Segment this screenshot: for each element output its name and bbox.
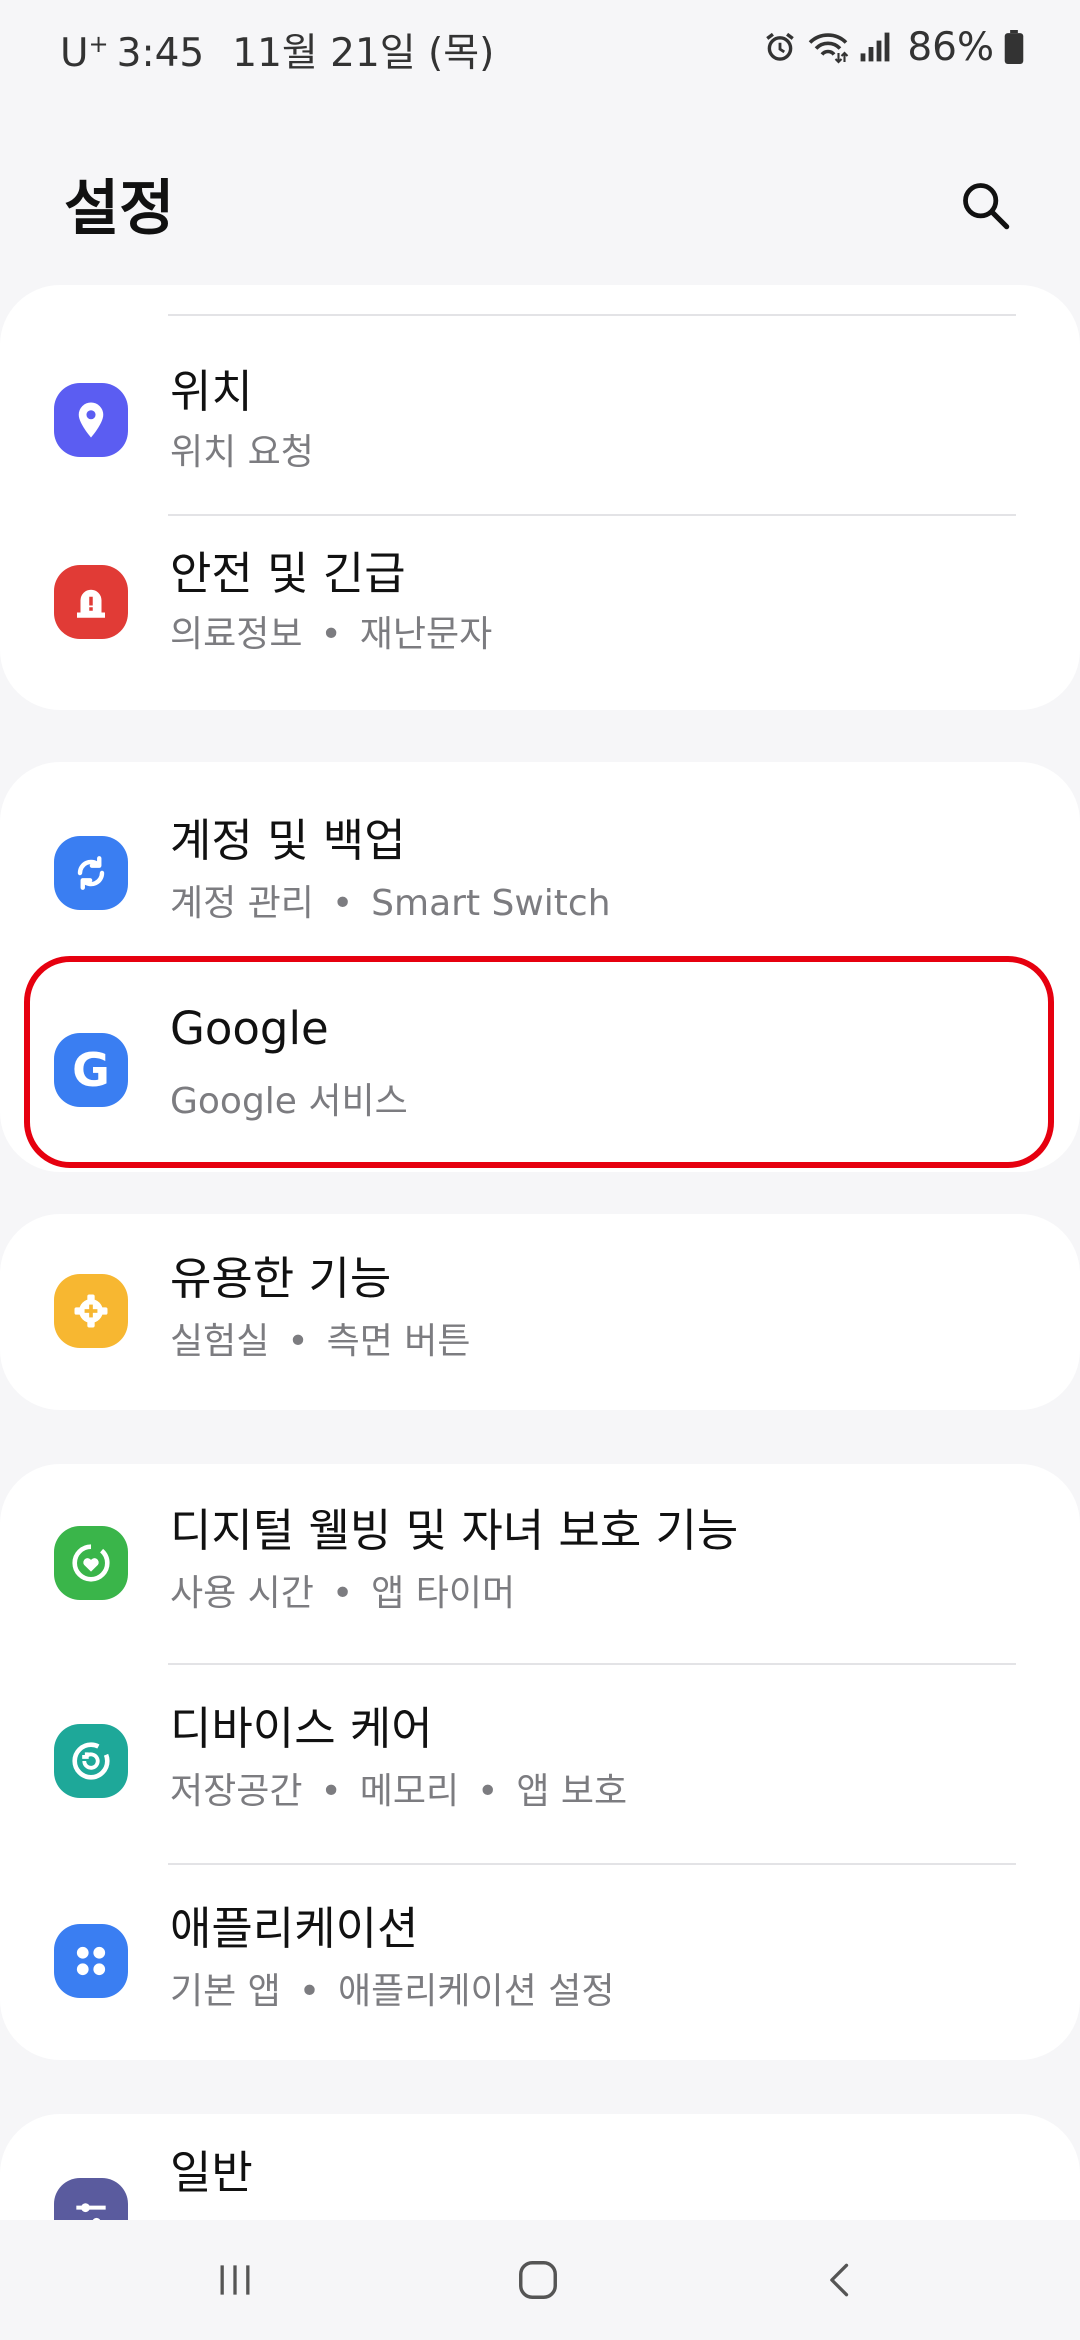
navigation-bar bbox=[0, 2220, 1080, 2340]
google-highlight-box bbox=[24, 956, 1054, 1168]
item-title: 디바이스 케어 bbox=[170, 1702, 433, 1755]
recent-apps-icon bbox=[220, 2265, 250, 2295]
settings-card-advanced: 유용한 기능 실험실 • 측면 버튼 bbox=[0, 1214, 1080, 1410]
item-subtitle: 기본 앱 • 애플리케이션 설정 bbox=[170, 1971, 615, 2012]
settings-item-device-care[interactable]: 디바이스 케어 저장공간 • 메모리 • 앱 보호 bbox=[0, 1664, 1080, 1862]
status-right: 86% bbox=[763, 22, 1024, 72]
search-button[interactable] bbox=[940, 160, 1030, 250]
status-date: 11월 21일 (목) bbox=[232, 31, 495, 76]
header: 설정 bbox=[0, 140, 1080, 260]
location-pin-icon bbox=[54, 383, 128, 457]
settings-item-location[interactable]: 위치 위치 요청 bbox=[0, 315, 1080, 513]
battery-percent: 86% bbox=[907, 24, 994, 70]
item-subtitle: 사용 시간 • 앱 타이머 bbox=[170, 1573, 516, 1614]
settings-item-wellbeing[interactable]: 디지털 웰빙 및 자녀 보호 기능 사용 시간 • 앱 타이머 bbox=[0, 1464, 1080, 1662]
apps-grid-icon bbox=[54, 1924, 128, 1998]
settings-item-accounts[interactable]: 계정 및 백업 계정 관리 • Smart Switch bbox=[0, 762, 1080, 960]
status-left: U+ 3:45 11월 21일 (목) bbox=[60, 22, 494, 78]
back-icon bbox=[830, 2263, 849, 2297]
wifi-icon bbox=[809, 33, 849, 64]
refresh-circle-icon bbox=[54, 1724, 128, 1798]
item-title: 애플리케이션 bbox=[170, 1902, 419, 1955]
siren-icon bbox=[54, 565, 128, 639]
status-bar: U+ 3:45 11월 21일 (목) 86% bbox=[0, 0, 1080, 100]
settings-card-wellbeing-care-apps: 디지털 웰빙 및 자녀 보호 기능 사용 시간 • 앱 타이머 디바이스 케어 저장… bbox=[0, 1464, 1080, 2060]
search-icon bbox=[963, 183, 1010, 230]
item-subtitle: 의료정보 • 재난문자 bbox=[170, 614, 493, 655]
back-button[interactable] bbox=[786, 2240, 896, 2320]
item-title: 디지털 웰빙 및 자녀 보호 기능 bbox=[170, 1504, 739, 1557]
recent-apps-button[interactable] bbox=[180, 2240, 290, 2320]
item-title: 위치 bbox=[170, 365, 253, 418]
item-subtitle: 위치 요청 bbox=[170, 432, 314, 473]
signal-icon bbox=[860, 32, 890, 62]
item-title: 계정 및 백업 bbox=[170, 814, 406, 867]
settings-item-safety[interactable]: 안전 및 긴급 의료정보 • 재난문자 bbox=[0, 515, 1080, 713]
heart-circle-icon bbox=[54, 1526, 128, 1600]
item-subtitle: 실험실 • 측면 버튼 bbox=[170, 1321, 471, 1362]
item-title: 안전 및 긴급 bbox=[170, 547, 406, 600]
settings-item-advanced[interactable]: 유용한 기능 실험실 • 측면 버튼 bbox=[0, 1214, 1080, 1412]
status-time: 3:45 bbox=[116, 31, 205, 76]
item-title: 유용한 기능 bbox=[170, 1252, 392, 1305]
item-subtitle: 계정 관리 • Smart Switch bbox=[170, 883, 611, 924]
settings-item-apps[interactable]: 애플리케이션 기본 앱 • 애플리케이션 설정 bbox=[0, 1864, 1080, 2062]
sync-icon bbox=[54, 836, 128, 910]
settings-card-location-safety: 위치 위치 요청 안전 및 긴급 의료정보 • 재난문자 bbox=[0, 285, 1080, 710]
home-icon bbox=[519, 2261, 557, 2299]
page-title: 설정 bbox=[64, 174, 175, 244]
puzzle-gear-icon bbox=[54, 1274, 128, 1348]
alarm-icon bbox=[766, 32, 795, 61]
item-subtitle: 저장공간 • 메모리 • 앱 보호 bbox=[170, 1771, 628, 1812]
battery-icon bbox=[1004, 30, 1024, 64]
item-title: 일반 bbox=[170, 2146, 253, 2199]
home-button[interactable] bbox=[483, 2240, 593, 2320]
carrier-label: U+ bbox=[60, 30, 109, 76]
